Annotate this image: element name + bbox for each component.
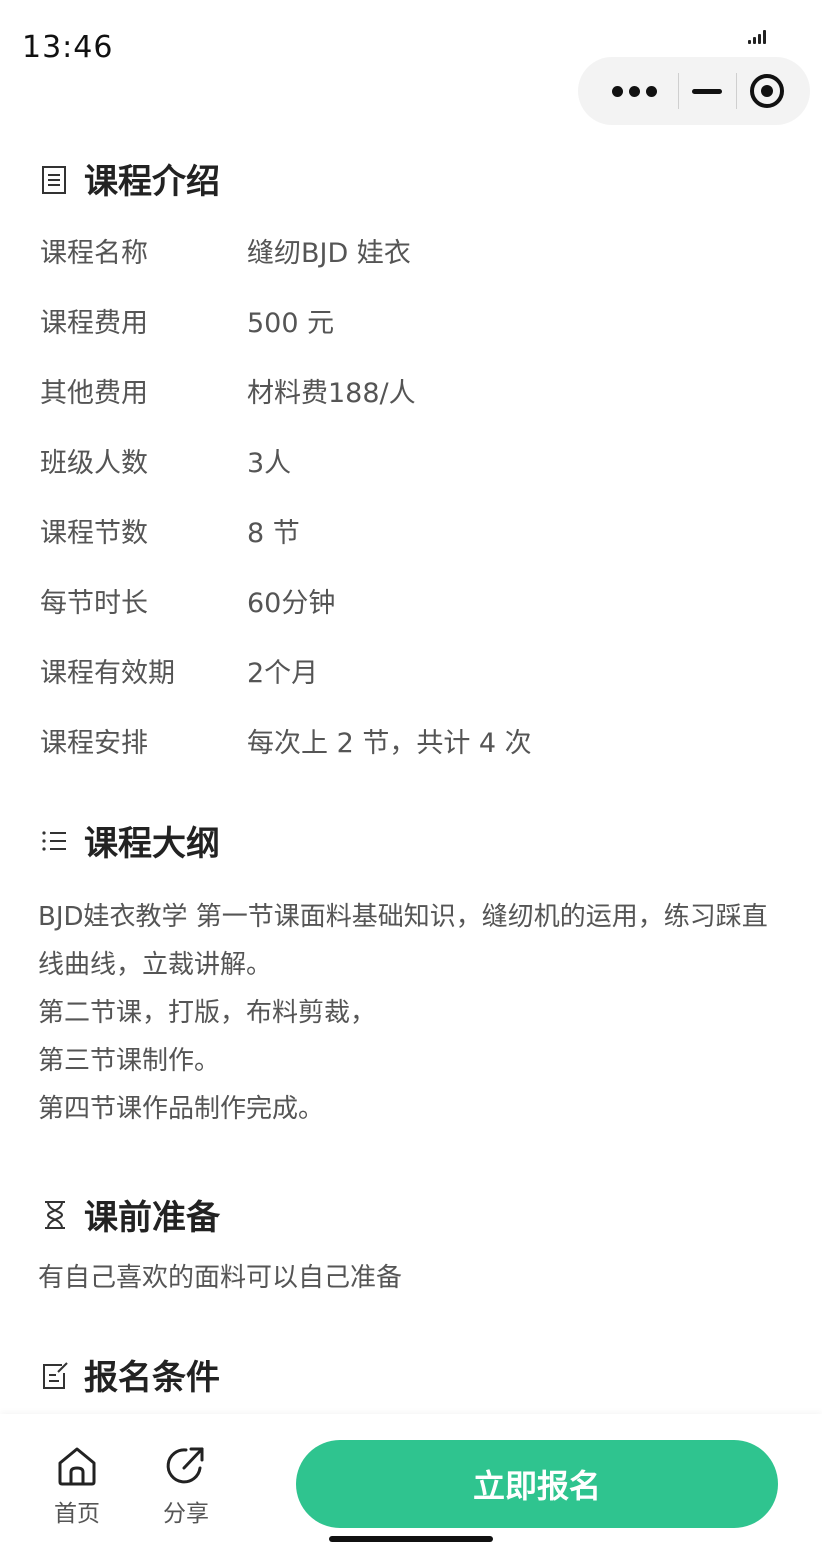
edit-form-icon [43,1361,68,1389]
info-value: 60分钟 [247,587,336,619]
info-label: 其他费用 [40,377,148,409]
section-title-text: 课程大纲 [84,824,220,864]
info-row: 其他费用 材料费188/人 [40,370,416,410]
status-time: 13:46 [22,30,114,65]
minimize-icon[interactable] [692,89,722,94]
info-label: 课程有效期 [40,657,175,689]
outline-line: 第二节课，打版，布料剪裁， [38,998,377,1028]
section-title-outline: 课程大纲 [40,816,220,865]
info-row: 班级人数 3人 [40,440,291,480]
home-tab-label: 首页 [54,1501,100,1527]
info-label: 课程节数 [40,517,148,549]
outline-line: BJD娃衣教学 第一节课面料基础知识，缝纫机的运用，练习踩直线曲线，立裁讲解。 [38,902,768,980]
info-row: 每节时长 60分钟 [40,580,335,620]
capsule-menu [578,57,810,125]
info-value: 材料费188/人 [247,377,416,409]
info-label: 课程名称 [40,237,148,269]
section-title-intro: 课程介绍 [40,154,220,203]
home-icon [58,1447,96,1486]
share-icon [166,1447,204,1484]
outline-line: 第三节课制作。 [38,1046,221,1076]
more-icon[interactable] [612,83,658,99]
bottom-action-bar: 首页 分享 立即报名 [0,1414,822,1550]
info-value: 8 节 [247,517,300,549]
section-title-text: 课前准备 [84,1198,220,1238]
home-indicator [329,1536,493,1542]
info-row: 课程有效期 2个月 [40,650,318,690]
info-value: 3人 [247,447,292,479]
outline-line: 第四节课作品制作完成。 [38,1094,325,1124]
info-row: 课程节数 8 节 [40,510,300,550]
share-tab-label: 分享 [163,1501,209,1527]
hourglass-icon [45,1200,65,1229]
course-detail-page: 13:46 课程介绍 课程名称 缝纫BJD 娃衣 课程费用 500 元 其他费用… [0,0,822,1550]
section-title-text: 报名条件 [84,1358,220,1398]
info-row: 课程费用 500 元 [40,300,334,340]
outline-text: BJD娃衣教学 第一节课面料基础知识，缝纫机的运用，练习踩直线曲线，立裁讲解。 … [38,893,788,1133]
share-tab-button[interactable]: 分享 [150,1444,222,1528]
info-value: 缝纫BJD 娃衣 [247,237,411,269]
capsule-divider [678,73,679,109]
preparation-text: 有自己喜欢的面料可以自己准备 [38,1263,403,1293]
info-row: 课程安排 每次上 2 节，共计 4 次 [40,720,532,760]
close-target-icon[interactable] [750,74,784,108]
home-tab-button[interactable]: 首页 [41,1444,113,1528]
section-title-preparation: 课前准备 [40,1190,220,1239]
list-icon [42,830,66,851]
info-value: 2个月 [247,657,319,689]
info-row: 课程名称 缝纫BJD 娃衣 [40,230,411,270]
section-title-requirements: 报名条件 [40,1350,220,1399]
info-label: 每节时长 [40,587,148,619]
capsule-divider [736,73,737,109]
info-label: 课程费用 [40,307,148,339]
section-title-text: 课程介绍 [84,162,220,202]
signal-icon [748,30,768,44]
info-value: 500 元 [247,307,335,339]
info-value: 每次上 2 节，共计 4 次 [247,727,532,759]
info-label: 课程安排 [40,727,148,759]
signup-now-button[interactable]: 立即报名 [296,1440,778,1528]
info-label: 班级人数 [40,447,148,479]
document-icon [42,165,66,194]
